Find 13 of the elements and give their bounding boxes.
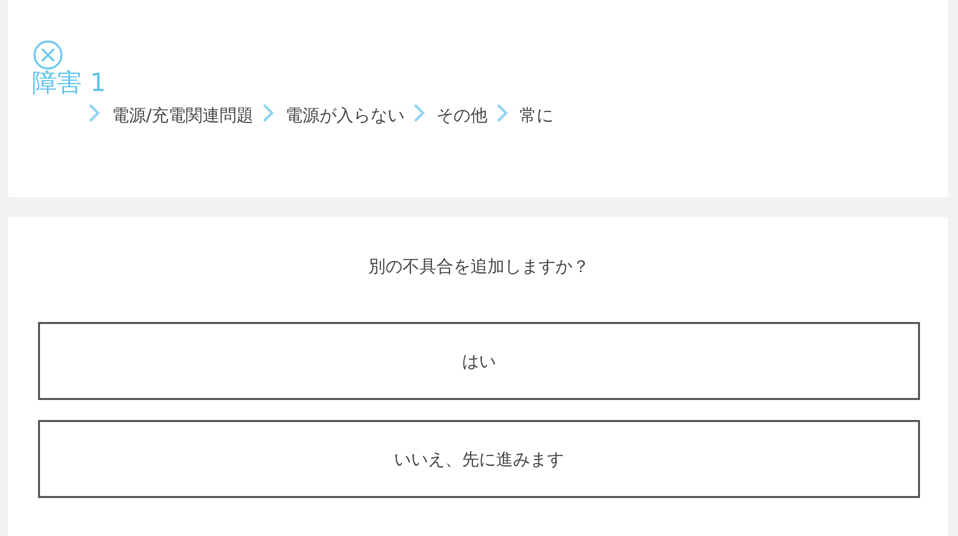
chevron-icon <box>262 102 274 122</box>
option-button[interactable]: はい <box>38 322 920 400</box>
question-text: 別の不具合を追加しますか？ <box>368 256 590 279</box>
breadcrumb-item: 電源/充電関連問題 <box>112 105 254 127</box>
breadcrumb-item: その他 <box>436 105 488 127</box>
fault-title: 障害 1 <box>32 68 107 98</box>
breadcrumb-item: 常に <box>520 105 554 127</box>
breadcrumb-item: 電源が入らない <box>286 105 405 127</box>
chevron-icon <box>412 102 425 122</box>
chevron-icon <box>88 102 100 122</box>
option-button[interactable]: いいえ、先に進みます <box>38 420 920 498</box>
chevron-icon <box>496 102 508 122</box>
close-icon[interactable] <box>33 40 63 70</box>
